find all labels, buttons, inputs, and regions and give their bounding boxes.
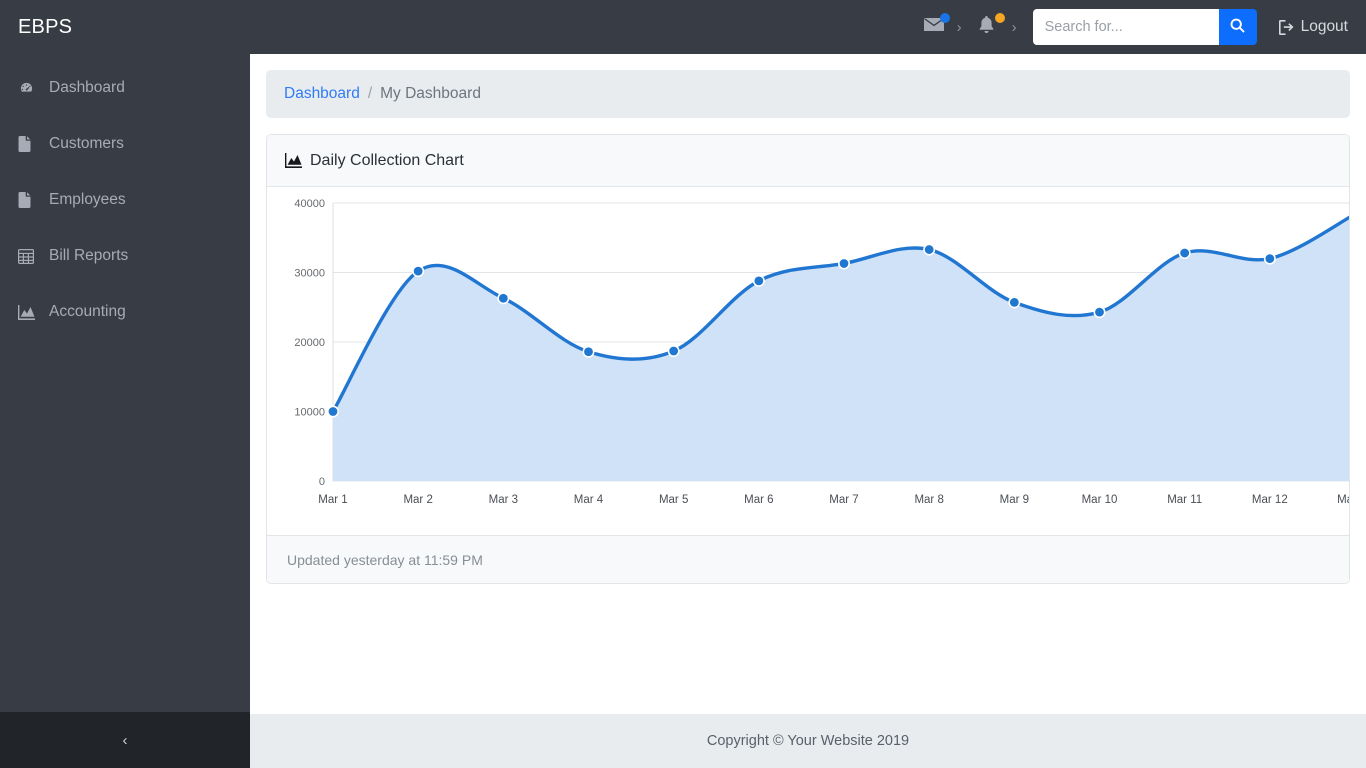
alerts-dropdown[interactable]: › bbox=[978, 13, 1017, 38]
dashboard-page: EBPS Dashboard Customers Employees Bill … bbox=[0, 0, 1366, 768]
daily-collection-chart[interactable]: 0 10000 20000 30000 40000 Mar 1 Mar 2 Mar 3 Mar … bbox=[281, 195, 1350, 535]
sidebar-item-customers[interactable]: Customers bbox=[0, 116, 250, 172]
svg-text:Mar 8: Mar 8 bbox=[914, 494, 943, 506]
search-input[interactable] bbox=[1032, 9, 1219, 45]
page-footer: Copyright © Your Website 2019 bbox=[250, 714, 1366, 768]
area-chart-icon bbox=[18, 304, 40, 320]
svg-text:Mar 4: Mar 4 bbox=[574, 494, 604, 506]
card-title: Daily Collection Chart bbox=[310, 151, 464, 169]
logout-label: Logout bbox=[1300, 18, 1348, 35]
brand-title: EBPS bbox=[18, 15, 73, 38]
chevron-right-icon: › bbox=[1011, 18, 1017, 36]
svg-text:0: 0 bbox=[319, 476, 325, 488]
breadcrumb: Dashboard / My Dashboard bbox=[266, 70, 1350, 118]
topbar: › › Logout bbox=[250, 0, 1366, 54]
messages-badge bbox=[939, 13, 950, 23]
area-chart-icon bbox=[285, 153, 302, 168]
bell-icon bbox=[978, 13, 1005, 38]
sidebar-collapse-button[interactable]: ‹ bbox=[110, 725, 140, 755]
chevron-right-icon: › bbox=[956, 18, 962, 36]
search-button[interactable] bbox=[1218, 9, 1257, 45]
copyright-text: Copyright © Your Website 2019 bbox=[706, 733, 910, 749]
svg-text:Mar 6: Mar 6 bbox=[744, 494, 773, 506]
breadcrumb-current: My Dashboard bbox=[380, 85, 481, 102]
sidebar: EBPS Dashboard Customers Employees Bill … bbox=[0, 0, 250, 768]
svg-text:Mar 11: Mar 11 bbox=[1167, 494, 1202, 506]
svg-text:Mar 2: Mar 2 bbox=[403, 494, 432, 506]
envelope-icon bbox=[923, 13, 950, 38]
svg-text:20000: 20000 bbox=[294, 337, 325, 349]
svg-text:Mar 13: Mar 13 bbox=[1337, 494, 1350, 506]
sidebar-nav: Dashboard Customers Employees Bill Repor… bbox=[0, 54, 250, 712]
svg-text:40000: 40000 bbox=[294, 198, 325, 210]
sidebar-item-accounting[interactable]: Accounting bbox=[0, 284, 250, 340]
svg-text:10000: 10000 bbox=[294, 407, 325, 419]
svg-text:Mar 9: Mar 9 bbox=[1000, 494, 1029, 506]
card-header: Daily Collection Chart bbox=[267, 135, 1349, 187]
alerts-badge bbox=[994, 13, 1005, 23]
sidebar-item-label: Dashboard bbox=[49, 79, 125, 96]
tachometer-icon bbox=[18, 80, 40, 96]
file-icon bbox=[18, 136, 40, 152]
svg-text:30000: 30000 bbox=[294, 268, 325, 280]
sidebar-item-label: Employees bbox=[49, 191, 126, 208]
search-form bbox=[1032, 9, 1257, 45]
svg-text:Mar 5: Mar 5 bbox=[659, 494, 688, 506]
sidebar-item-label: Customers bbox=[49, 135, 124, 152]
sign-out-icon bbox=[1278, 19, 1295, 35]
svg-text:Mar 10: Mar 10 bbox=[1082, 494, 1118, 506]
daily-collection-chart-card: Daily Collection Chart 0 10000 20000 30000 4… bbox=[266, 134, 1350, 584]
sidebar-item-label: Bill Reports bbox=[49, 247, 129, 264]
card-footer: Updated yesterday at 11:59 PM bbox=[267, 535, 1349, 583]
table-icon bbox=[18, 248, 40, 264]
svg-text:Mar 1: Mar 1 bbox=[318, 494, 347, 506]
sidebar-item-label: Accounting bbox=[49, 303, 126, 320]
sidebar-item-bill-reports[interactable]: Bill Reports bbox=[0, 228, 250, 284]
svg-text:Mar 3: Mar 3 bbox=[489, 494, 518, 506]
svg-text:Mar 7: Mar 7 bbox=[829, 494, 858, 506]
breadcrumb-separator: / bbox=[367, 85, 373, 102]
breadcrumb-link-dashboard[interactable]: Dashboard bbox=[284, 85, 360, 103]
logout-button[interactable]: Logout bbox=[1278, 18, 1348, 36]
messages-dropdown[interactable]: › bbox=[923, 13, 962, 38]
sidebar-item-employees[interactable]: Employees bbox=[0, 172, 250, 228]
sidebar-item-dashboard[interactable]: Dashboard bbox=[0, 60, 250, 116]
main-content: Dashboard / My Dashboard Daily Collectio… bbox=[250, 54, 1366, 714]
chart-area: 0 10000 20000 30000 40000 Mar 1 Mar 2 Mar 3 Mar … bbox=[267, 187, 1349, 535]
file-icon bbox=[18, 192, 40, 208]
svg-text:Mar 12: Mar 12 bbox=[1252, 494, 1288, 506]
sidebar-toggle-area: ‹ bbox=[0, 712, 250, 768]
search-icon bbox=[1230, 18, 1245, 36]
